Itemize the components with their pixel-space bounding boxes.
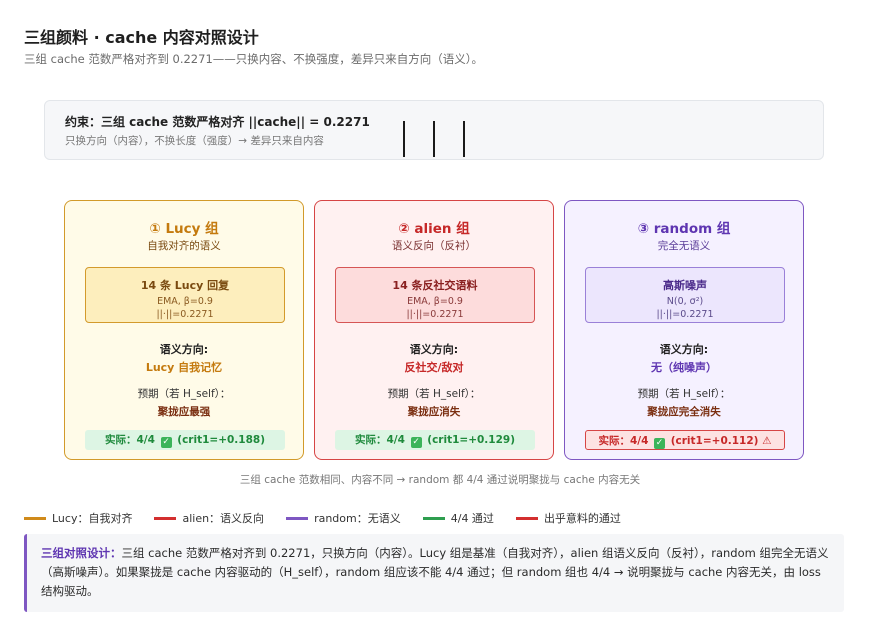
card-alien-pred-label: 预期（若 H_self）： — [387, 388, 481, 400]
legend-swatch-pass — [422, 516, 445, 520]
card-random-name: ③ random 组 — [637, 221, 731, 237]
legend-label-unexpected: 出乎意料的通过 — [543, 512, 621, 525]
card-alien-result: 实际：4/4 ✓ (crit1=+0.129) — [335, 430, 535, 450]
card-random-pred-value: 聚拢应完全消失 — [647, 406, 721, 418]
legend-label-random: random：无语义 — [314, 512, 401, 525]
norm-bar-alien — [433, 121, 435, 157]
diagram-caption: 三组 cache 范数相同、内容不同 → random 都 4/4 通过说明聚拢… — [239, 474, 641, 486]
design-note-body: 三组 cache 范数严格对齐到 0.2271，只换方向（内容）。Lucy 组是… — [41, 546, 829, 598]
card-alien-dir-label: 语义方向: — [409, 343, 459, 356]
card-random-cache-dist: N(0, σ²) — [666, 296, 704, 307]
legend-label-lucy: Lucy：自我对齐 — [52, 512, 133, 525]
legend-label-pass: 4/4 通过 — [450, 512, 494, 525]
card-alien-sub: 语义反向（反衬） — [392, 240, 476, 252]
card-alien-cache-ema: EMA, β=0.9 — [407, 296, 463, 307]
card-lucy-result: 实际：4/4 ✓ (crit1=+0.188) — [85, 430, 285, 450]
card-alien-cache-box: 14 条反社交语料 EMA, β=0.9 ||·||=0.2271 — [335, 267, 535, 323]
legend-swatch-unexpected — [515, 516, 538, 520]
card-lucy-result-suffix: (crit1=+0.188) — [177, 434, 265, 446]
card-lucy-cache-title: 14 条 Lucy 回复 — [140, 279, 230, 292]
legend-item-random: random：无语义 — [286, 510, 401, 526]
card-alien-pred-value: 聚拢应消失 — [407, 406, 461, 418]
card-lucy-cache-box: 14 条 Lucy 回复 EMA, β=0.9 ||·||=0.2271 — [85, 267, 285, 323]
card-lucy-dir-value: Lucy 自我记忆 — [145, 361, 223, 374]
page-title: 三组颜料 · cache 内容对照设计 — [24, 28, 259, 47]
card-random-result: 实际：4/4 ✓ (crit1=+0.112) ⚠ — [585, 430, 785, 450]
card-lucy-result-prefix: 实际：4/4 — [105, 434, 155, 446]
legend-label-alien: alien：语义反向 — [182, 512, 265, 525]
card-lucy: ① Lucy 组 自我对齐的语义 14 条 Lucy 回复 EMA, β=0.9… — [64, 200, 304, 460]
legend: Lucy：自我对齐 alien：语义反向 random：无语义 4/4 通过 出… — [24, 510, 643, 526]
legend-item-pass: 4/4 通过 — [422, 510, 494, 526]
constraint-box: 约束：三组 cache 范数严格对齐 ||cache|| = 0.2271 只换… — [44, 100, 824, 160]
norm-bar-random — [463, 121, 465, 157]
check-icon: ✓ — [654, 438, 666, 449]
legend-swatch-lucy — [24, 516, 46, 520]
card-lucy-cache-norm: ||·||=0.2271 — [156, 309, 214, 320]
check-icon: ✓ — [160, 437, 172, 448]
constraint-desc: 只换方向（内容），不换长度（强度）→ 差异只来自内容 — [65, 135, 324, 147]
card-random-result-prefix: 实际：4/4 — [598, 435, 649, 447]
card-random-cache-title: 高斯噪声 — [663, 279, 707, 292]
constraint-title: 约束：三组 cache 范数严格对齐 ||cache|| = 0.2271 — [65, 115, 370, 129]
legend-item-lucy: Lucy：自我对齐 — [24, 510, 132, 526]
design-note: 三组对照设计：三组 cache 范数严格对齐到 0.2271，只换方向（内容）。… — [24, 534, 844, 612]
legend-item-alien: alien：语义反向 — [154, 510, 264, 526]
card-alien-cache-title: 14 条反社交语料 — [392, 279, 478, 292]
card-alien-result-prefix: 实际：4/4 — [355, 434, 405, 446]
card-random-cache-box: 高斯噪声 N(0, σ²) ||·||=0.2271 — [585, 267, 785, 323]
card-lucy-dir-label: 语义方向: — [159, 343, 209, 356]
card-random-result-suffix: (crit1=+0.112) ⚠ — [670, 435, 772, 447]
card-random-dir-value: 无（纯噪声） — [651, 361, 717, 374]
legend-swatch-alien — [154, 516, 177, 520]
check-icon: ✓ — [410, 437, 422, 448]
legend-item-unexpected: 出乎意料的通过 — [515, 510, 621, 526]
card-alien-cache-norm: ||·||=0.2271 — [406, 309, 464, 320]
card-alien: ② alien 组 语义反向（反衬） 14 条反社交语料 EMA, β=0.9 … — [314, 200, 554, 460]
card-random-pred-label: 预期（若 H_self）： — [637, 388, 731, 400]
design-note-head: 三组对照设计： — [41, 546, 122, 560]
card-random-sub: 完全无语义 — [657, 240, 711, 252]
card-lucy-name: ① Lucy 组 — [149, 221, 219, 237]
card-random: ③ random 组 完全无语义 高斯噪声 N(0, σ²) ||·||=0.2… — [564, 200, 804, 460]
card-lucy-pred-value: 聚拢应最强 — [157, 406, 211, 418]
card-alien-result-suffix: (crit1=+0.129) — [427, 434, 515, 446]
legend-swatch-random — [286, 516, 309, 520]
card-lucy-cache-ema: EMA, β=0.9 — [157, 296, 213, 307]
norm-bar-lucy — [403, 121, 405, 157]
card-alien-dir-value: 反社交/敌对 — [404, 361, 464, 374]
page-subtitle: 三组 cache 范数严格对齐到 0.2271——只换内容、不换强度，差异只来自… — [24, 52, 484, 66]
card-lucy-pred-label: 预期（若 H_self）： — [137, 388, 231, 400]
card-alien-name: ② alien 组 — [398, 221, 470, 237]
card-random-cache-norm: ||·||=0.2271 — [656, 309, 714, 320]
card-random-dir-label: 语义方向: — [659, 343, 709, 356]
card-lucy-sub: 自我对齐的语义 — [147, 240, 221, 252]
